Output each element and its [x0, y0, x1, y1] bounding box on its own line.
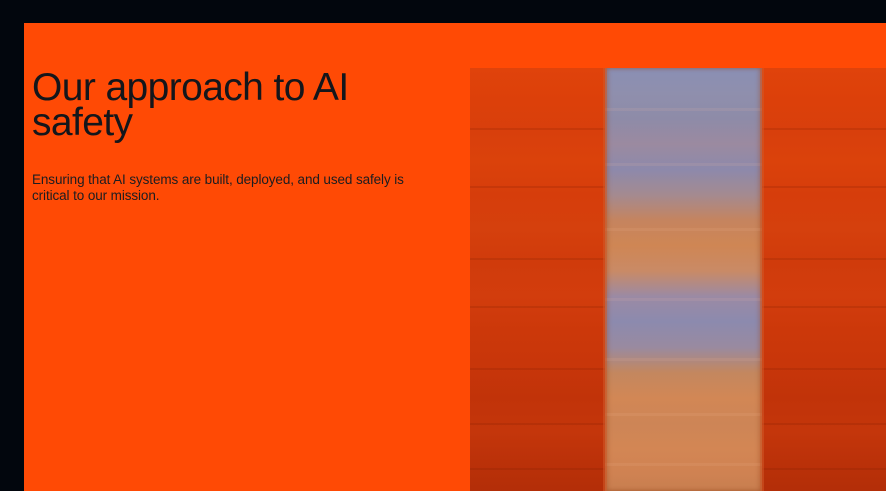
painting-vertical-stripe	[605, 68, 762, 491]
hero-subtitle: Ensuring that AI systems are built, depl…	[32, 172, 404, 203]
page-title: Our approach to AI safety	[32, 66, 349, 144]
abstract-painting-image	[470, 68, 886, 491]
hero-section: Our approach to AI safety Ensuring that …	[24, 23, 886, 491]
page-frame: Our approach to AI safety Ensuring that …	[0, 0, 886, 491]
